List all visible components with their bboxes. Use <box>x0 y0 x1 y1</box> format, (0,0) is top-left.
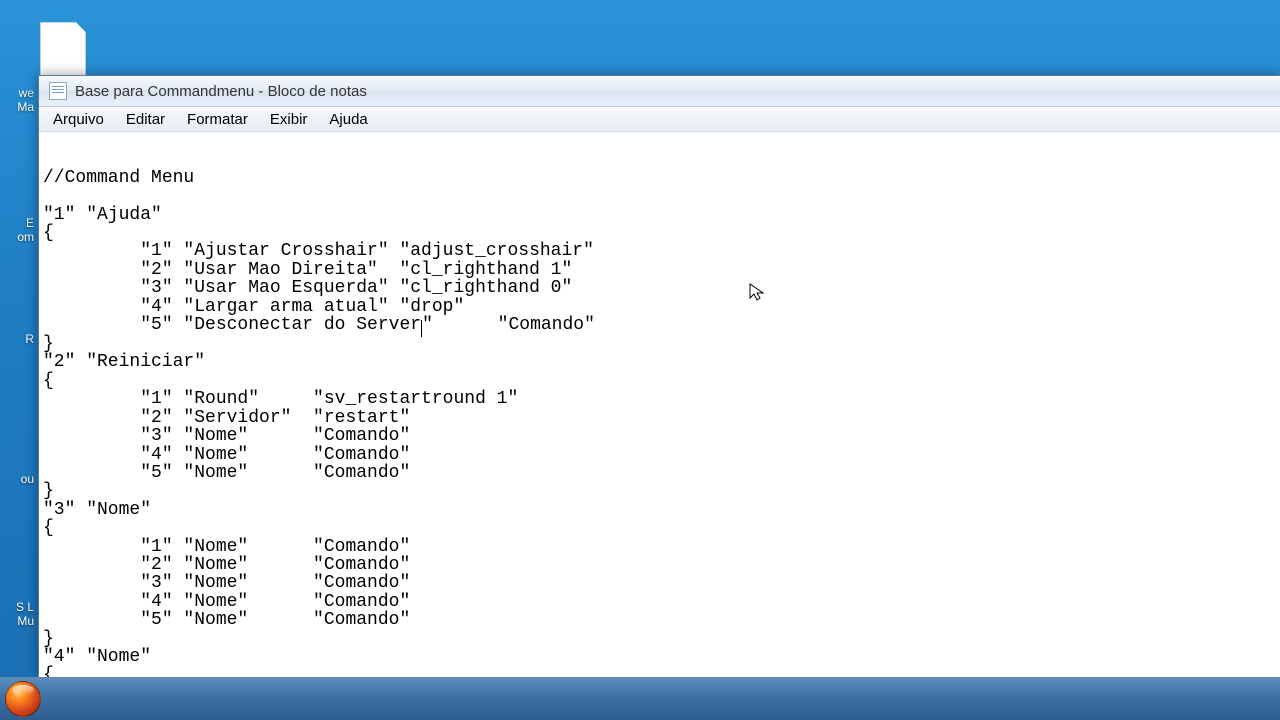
notepad-icon <box>49 82 67 100</box>
titlebar[interactable]: Base para Commandmenu - Bloco de notas <box>39 76 1280 107</box>
menu-formatar[interactable]: Formatar <box>179 109 262 130</box>
menu-arquivo[interactable]: Arquivo <box>45 109 118 130</box>
desktop-label: Ma <box>0 100 34 114</box>
notepad-window: Base para Commandmenu - Bloco de notas A… <box>38 75 1280 678</box>
window-title: Base para Commandmenu - Bloco de notas <box>75 83 367 100</box>
desktop-label: we <box>0 86 34 100</box>
menubar: Arquivo Editar Formatar Exibir Ajuda <box>39 107 1280 132</box>
desktop-label: ou <box>0 472 34 486</box>
desktop-label: Mu <box>0 614 34 628</box>
desktop-left-icons: we Ma E om R ou S L Mu <box>0 0 35 720</box>
desktop-label: S L <box>0 600 34 614</box>
desktop-label: R <box>0 332 34 346</box>
taskbar[interactable] <box>0 677 1280 720</box>
text-editor[interactable]: //Command Menu "1" "Ajuda" { "1" "Ajusta… <box>43 132 1280 677</box>
menu-ajuda[interactable]: Ajuda <box>321 109 381 130</box>
menu-exibir[interactable]: Exibir <box>262 109 322 130</box>
start-orb-icon <box>5 681 41 717</box>
menu-editar[interactable]: Editar <box>118 109 179 130</box>
desktop-label: om <box>0 230 34 244</box>
desktop-label: E <box>0 216 34 230</box>
blank-file-icon[interactable] <box>40 22 86 80</box>
start-button[interactable] <box>0 678 46 720</box>
